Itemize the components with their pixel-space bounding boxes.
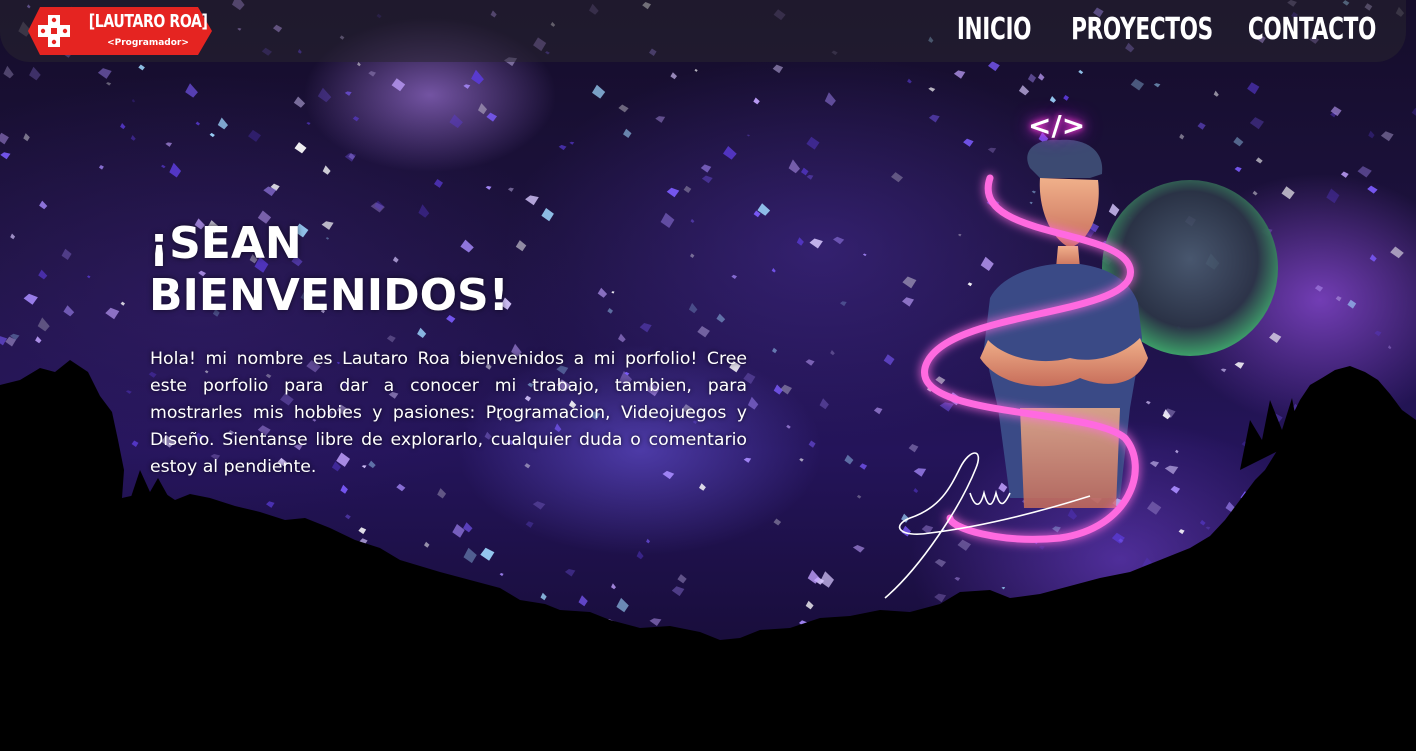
hero-title-line1: ¡SEAN	[149, 218, 302, 269]
logo-link[interactable]: [LAUTARO ROA] <Programador>	[28, 7, 212, 55]
nav-inicio[interactable]: INICIO	[957, 10, 1032, 50]
logo-subtitle: <Programador>	[107, 38, 189, 48]
nav-contacto[interactable]: CONTACTO	[1248, 10, 1376, 50]
header-bar: [LAUTARO ROA] <Programador> INICIO PROYE…	[0, 0, 1406, 62]
page: [LAUTARO ROA] <Programador> INICIO PROYE…	[0, 0, 1416, 751]
portrait-illustration	[884, 139, 1278, 599]
hero-title: ¡SEAN BIENVENIDOS!	[149, 218, 549, 322]
logo-title: [LAUTARO ROA]	[88, 11, 208, 32]
hero-title-line2: BIENVENIDOS!	[149, 270, 509, 321]
code-icon: </>	[1028, 109, 1086, 142]
nav-proyectos[interactable]: PROYECTOS	[1071, 10, 1213, 50]
main-nav: INICIO PROYECTOS CONTACTO	[957, 10, 1376, 50]
hero-description: Hola! mi nombre es Lautaro Roa bienvenid…	[150, 349, 747, 477]
red-cross-icon	[38, 15, 70, 47]
